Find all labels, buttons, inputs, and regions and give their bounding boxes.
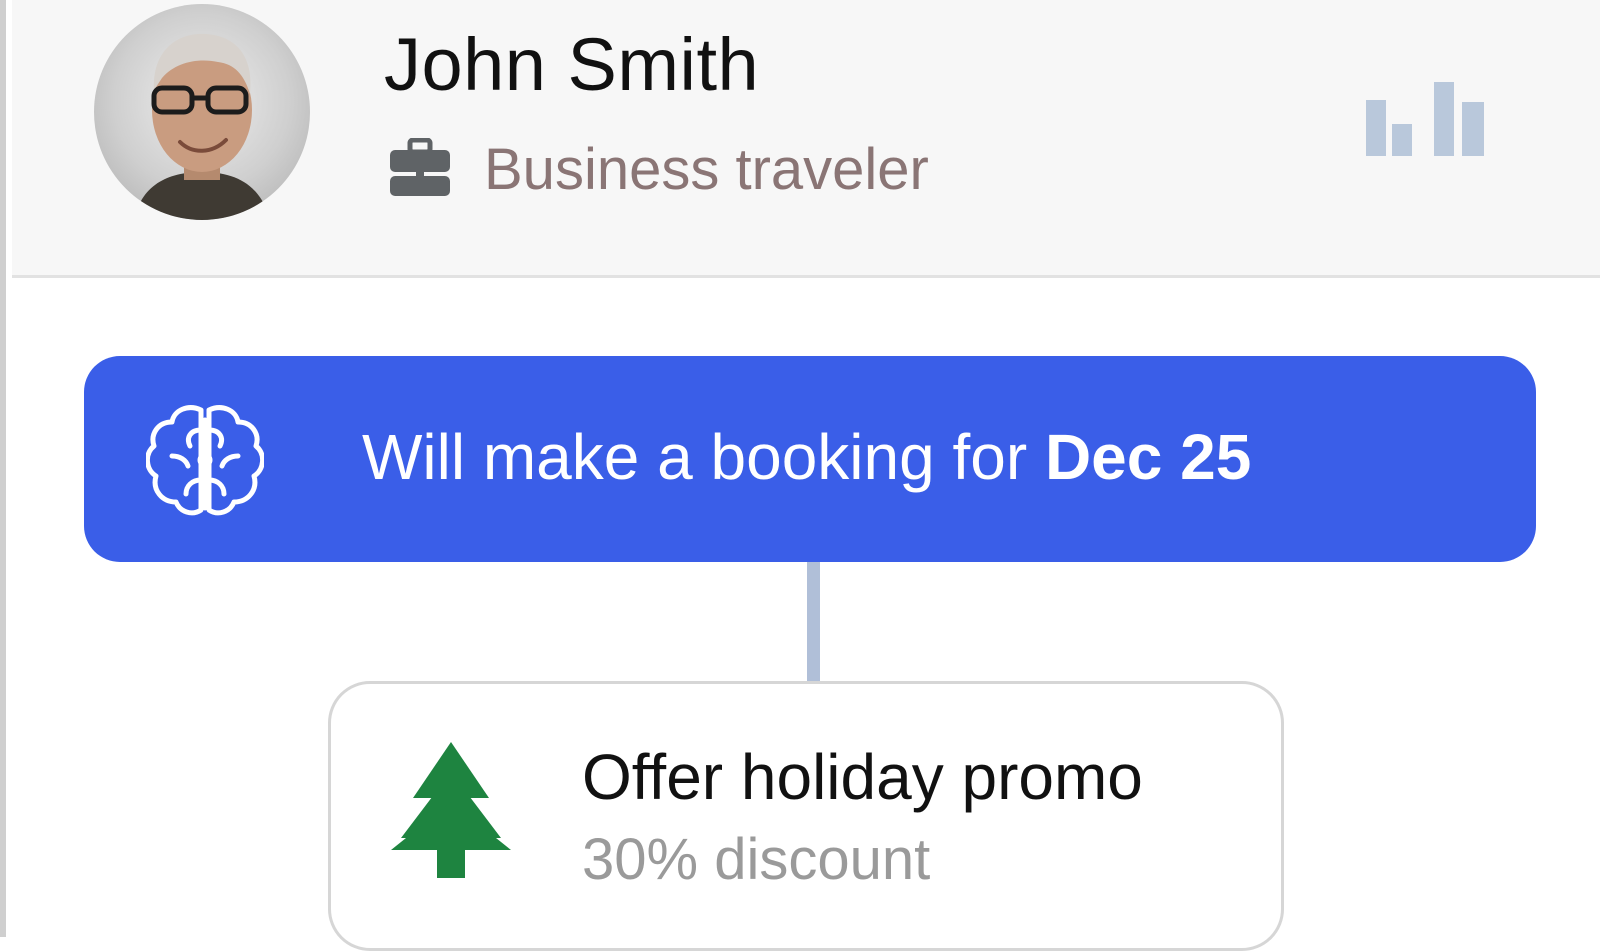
brain-icon	[146, 405, 264, 516]
bar-chart-icon[interactable]	[1366, 78, 1494, 158]
action-card[interactable]: Offer holiday promo 30% discount	[328, 681, 1284, 951]
briefcase-icon	[390, 138, 450, 196]
action-title: Offer holiday promo	[582, 741, 1143, 813]
prediction-text: Will make a booking for Dec 25	[362, 420, 1251, 494]
customer-name: John Smith	[384, 23, 760, 106]
person-avatar-icon	[134, 33, 270, 220]
customer-role: Business traveler	[484, 137, 929, 202]
tree-icon	[391, 742, 511, 878]
customer-card: John Smith Business traveler Will make a…	[0, 0, 1600, 951]
prediction-date: Dec 25	[1044, 421, 1252, 493]
connector-line	[807, 562, 820, 681]
action-subtitle: 30% discount	[582, 827, 931, 892]
prediction-banner[interactable]: Will make a booking for Dec 25	[84, 356, 1536, 562]
prediction-prefix: Will make a booking for	[362, 421, 1045, 493]
avatar	[94, 4, 310, 220]
profile-header: John Smith Business traveler	[12, 0, 1600, 278]
